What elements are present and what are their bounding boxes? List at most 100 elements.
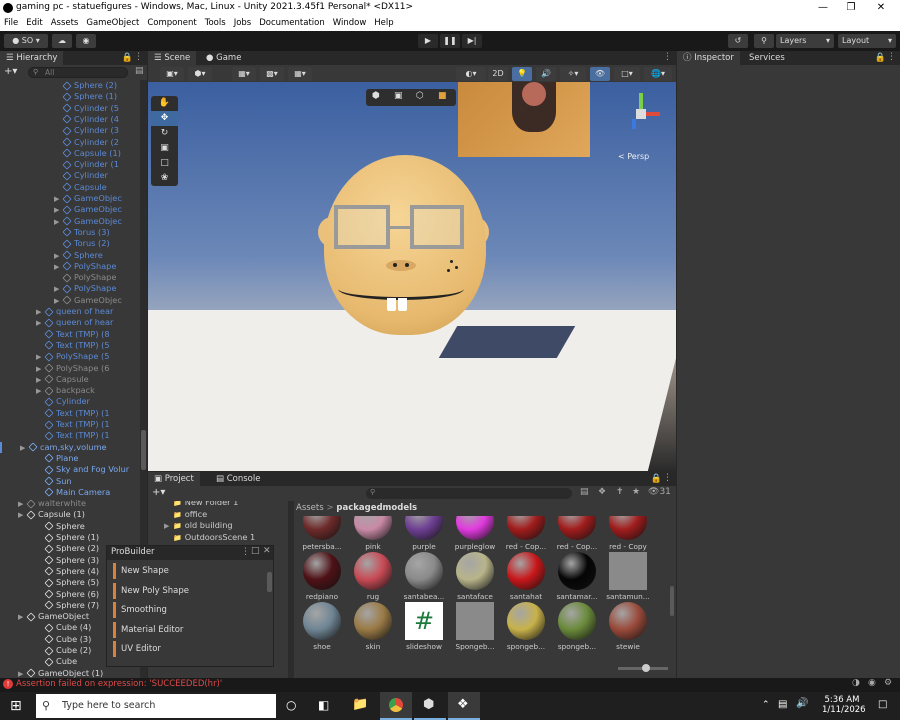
hierarchy-item[interactable]: Cylinder (1 [62, 159, 119, 170]
asset-tile[interactable]: Spongeb... [451, 602, 499, 651]
hierarchy-item[interactable]: ▶ GameObjec [54, 295, 122, 306]
layout-dropdown[interactable]: Layout ▾ [838, 34, 896, 48]
hierarchy-item[interactable]: Main Camera [44, 487, 110, 498]
tab-scene[interactable]: ☰ Scene [148, 51, 197, 65]
minimize-icon[interactable]: — [808, 0, 838, 16]
asset-tile[interactable]: pink [349, 516, 397, 551]
gizmos-icon[interactable]: 🌐▾ [644, 67, 672, 81]
close-icon[interactable]: ✕ [866, 0, 896, 16]
hierarchy-item[interactable]: Text (TMP) (1 [44, 430, 110, 441]
hierarchy-item[interactable]: ▶ cam,sky,volume [0, 441, 107, 453]
search-icon[interactable]: ⚲ [754, 34, 774, 48]
hierarchy-item[interactable]: Cube (2) [44, 645, 91, 656]
status-message[interactable]: Assertion failed on expression: 'SUCCEED… [16, 679, 222, 689]
hierarchy-item[interactable]: ▶ PolyShape [54, 261, 116, 272]
rect-tool-icon[interactable]: □ [151, 156, 178, 171]
debug-icon[interactable]: ◉ [868, 678, 876, 688]
asset-tile[interactable]: red - Cop... [502, 516, 550, 551]
hierarchy-item[interactable]: Sphere (5) [44, 577, 99, 588]
hierarchy-item[interactable]: Torus (2) [62, 238, 110, 249]
unity-editor-taskbar-button[interactable]: ❖ [448, 692, 480, 720]
account-button[interactable]: ● SO ▾ [4, 34, 48, 48]
lock-icon[interactable]: 🔒 [651, 474, 662, 484]
menu-item-documentation[interactable]: Documentation [255, 16, 329, 31]
cloud-icon[interactable]: ☁ [52, 34, 72, 48]
expand-arrow-icon[interactable]: ▶ [36, 386, 45, 397]
hierarchy-item[interactable]: Plane [44, 453, 78, 464]
more-icon[interactable]: ⋮ [663, 473, 672, 483]
scale-tool-icon[interactable]: ▣ [151, 141, 178, 156]
tab-hierarchy[interactable]: ☰ Hierarchy [0, 51, 64, 65]
hierarchy-item[interactable]: ▶ queen of hear [36, 317, 113, 328]
file-explorer-icon[interactable]: 📁 [352, 697, 368, 712]
hierarchy-item[interactable]: Sphere (1) [44, 532, 99, 543]
asset-tile[interactable]: stewie [604, 602, 652, 651]
menu-item-jobs[interactable]: Jobs [230, 16, 256, 31]
lock-icon[interactable]: 🔒 [875, 53, 886, 63]
hierarchy-item[interactable]: ▶ walterwhite [18, 498, 86, 509]
probuilder-item[interactable]: UV Editor [113, 641, 263, 658]
draw-mode-button[interactable]: ▣▾ [160, 67, 184, 81]
hierarchy-item[interactable]: Sphere [44, 521, 85, 532]
gizmo-center[interactable] [636, 109, 646, 119]
expand-arrow-icon[interactable]: ▶ [18, 612, 27, 623]
scroll-thumb[interactable] [670, 586, 674, 616]
unity-hub-taskbar-button[interactable]: ⬢ [414, 692, 446, 720]
hierarchy-item[interactable]: Sphere (2) [62, 80, 117, 91]
hierarchy-item[interactable]: Capsule [62, 182, 107, 193]
pause-icon[interactable]: ❚❚ [440, 34, 460, 48]
history-icon[interactable]: ↺ [728, 34, 748, 48]
tab-project[interactable]: ▣ Project [148, 472, 200, 486]
grid-button[interactable]: ▦▾ [288, 67, 312, 81]
more-icon[interactable]: ⋮ [134, 52, 143, 62]
asset-tile[interactable]: spongeb... [502, 602, 550, 651]
expand-arrow-icon[interactable]: ▶ [54, 262, 63, 273]
hierarchy-item[interactable]: Cube [44, 656, 77, 667]
object-mode-icon[interactable]: ⬢ [372, 91, 380, 101]
create-asset-icon[interactable]: +▾ [152, 487, 165, 498]
menu-item-component[interactable]: Component [143, 16, 200, 31]
menu-item-tools[interactable]: Tools [201, 16, 230, 31]
probuilder-item[interactable]: Smoothing [113, 602, 263, 619]
more-icon[interactable]: ⋮ [887, 52, 896, 62]
hierarchy-item[interactable]: ▶ GameObjec [54, 204, 122, 215]
hierarchy-item[interactable]: Sun [44, 476, 72, 487]
chrome-taskbar-button[interactable] [380, 692, 412, 720]
hierarchy-item[interactable]: ▶ PolyShape (6 [36, 363, 109, 374]
menu-item-assets[interactable]: Assets [47, 16, 83, 31]
hierarchy-item[interactable]: Text (TMP) (1 [44, 408, 110, 419]
collab-icon[interactable]: ◉ [76, 34, 96, 48]
edge-mode-icon[interactable]: ⬡ [416, 91, 424, 101]
effects-icon[interactable]: ✧▾ [560, 67, 586, 81]
asset-tile[interactable]: santamun... [604, 552, 652, 601]
hierarchy-item[interactable]: ▶ GameObjec [54, 216, 122, 227]
play-icon[interactable]: ▶ [418, 34, 438, 48]
hierarchy-item[interactable]: Sphere (1) [62, 91, 117, 102]
expand-arrow-icon[interactable]: ▶ [36, 318, 45, 329]
hierarchy-item[interactable]: PolyShape [62, 272, 116, 283]
step-icon[interactable]: ▶| [462, 34, 482, 48]
folder-item[interactable]: 📁 New Folder 1 [164, 501, 238, 508]
hierarchy-item[interactable]: ▶ PolyShape [54, 283, 116, 294]
filter-icon[interactable]: ▤ [135, 66, 144, 76]
transform-tool-icon[interactable]: ❀ [151, 171, 178, 186]
menu-item-edit[interactable]: Edit [22, 16, 46, 31]
folder-item[interactable]: 📁 OutdoorsScene 1 [164, 532, 255, 543]
taskbar-search-input[interactable]: ⚲ Type here to search [36, 694, 276, 718]
tag-icon[interactable]: ✝ [616, 487, 624, 497]
folder-item[interactable]: ▶ 📁 old building [164, 520, 233, 531]
hierarchy-item[interactable]: ▶ GameObjec [54, 193, 122, 204]
asset-tile[interactable]: petersba... [298, 516, 346, 551]
expand-arrow-icon[interactable]: ▶ [18, 510, 27, 521]
menu-item-gameobject[interactable]: GameObject [82, 16, 143, 31]
asset-tile[interactable]: santaface [451, 552, 499, 601]
gizmo-y-axis[interactable] [639, 93, 643, 109]
folder-item[interactable]: 📁 office [164, 509, 207, 520]
more-icon[interactable]: ⋮ [241, 547, 250, 557]
folder-scrollbar[interactable] [288, 501, 294, 678]
hierarchy-item[interactable]: Cylinder (3 [62, 125, 119, 136]
visibility-icon[interactable]: 👁 [590, 67, 610, 81]
face-mode-icon[interactable]: ■ [438, 91, 447, 101]
volume-icon[interactable]: 🔊 [796, 698, 808, 709]
network-icon[interactable]: ▤ [778, 699, 787, 710]
